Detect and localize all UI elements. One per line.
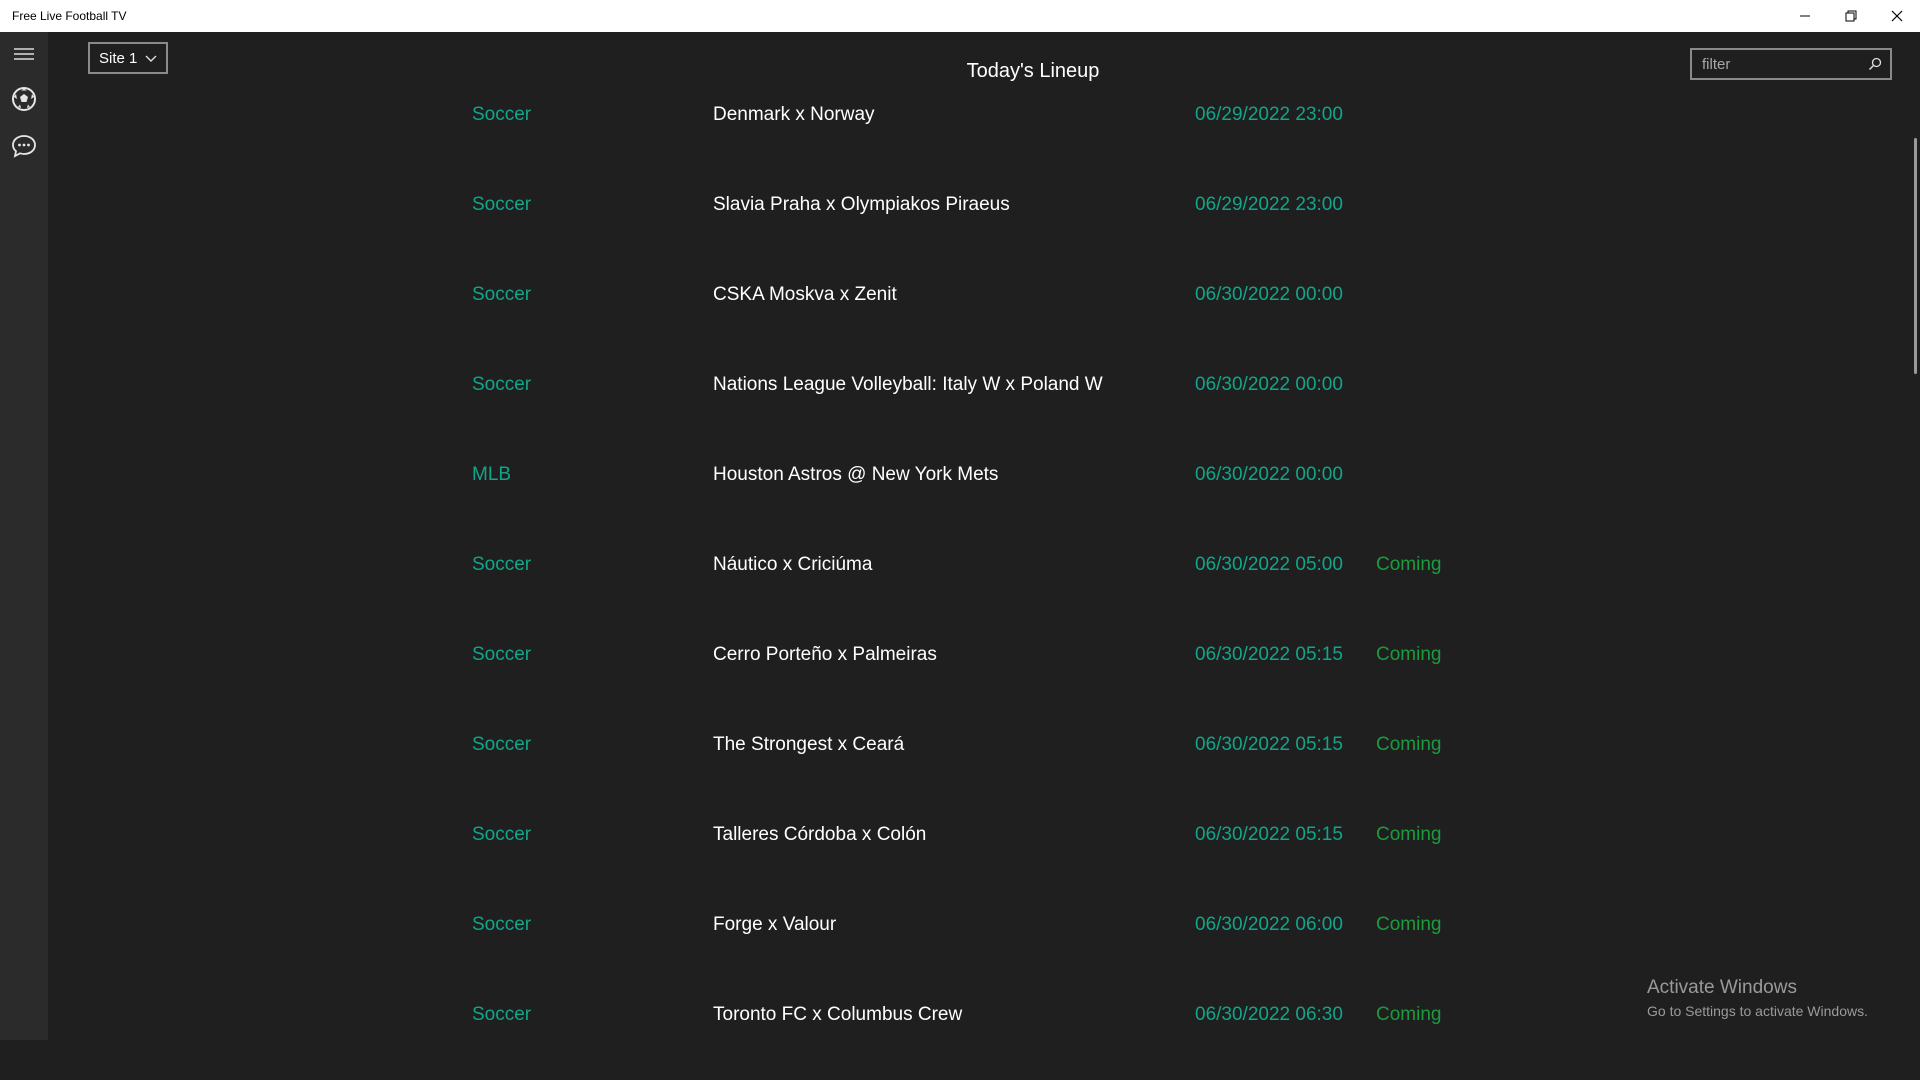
nav-item-chat[interactable] xyxy=(0,124,48,168)
match-time: 06/30/2022 00:00 xyxy=(1195,464,1343,485)
hamburger-menu-icon xyxy=(14,48,34,60)
chevron-down-icon xyxy=(145,55,157,62)
match-time: 06/30/2022 00:00 xyxy=(1195,374,1343,395)
list-item[interactable]: Soccer Toronto FC x Columbus Crew 06/30/… xyxy=(48,990,1918,1080)
window-title: Free Live Football TV xyxy=(12,9,127,23)
site-dropdown[interactable]: Site 1 xyxy=(88,42,168,74)
list-item[interactable]: Soccer Náutico x Criciúma 06/30/2022 05:… xyxy=(48,540,1918,630)
match-time: 06/29/2022 23:00 xyxy=(1195,104,1343,125)
sport-label: Soccer xyxy=(472,1004,532,1025)
match-title: Toronto FC x Columbus Crew xyxy=(713,1004,963,1025)
match-time: 06/29/2022 23:00 xyxy=(1195,194,1343,215)
title-bar: Free Live Football TV xyxy=(0,0,1920,32)
list-item[interactable]: Soccer CSKA Moskva x Zenit 06/30/2022 00… xyxy=(48,270,1918,360)
match-status: Coming xyxy=(1376,734,1442,755)
sport-label: Soccer xyxy=(472,644,532,665)
list-item[interactable]: Soccer Talleres Córdoba x Colón 06/30/20… xyxy=(48,810,1918,900)
sport-label: Soccer xyxy=(472,374,532,395)
match-title: CSKA Moskva x Zenit xyxy=(713,284,897,305)
match-time: 06/30/2022 06:30 xyxy=(1195,1004,1343,1025)
restore-button[interactable] xyxy=(1828,0,1874,32)
match-time: 06/30/2022 05:15 xyxy=(1195,734,1343,755)
list-item[interactable]: Soccer Cerro Porteño x Palmeiras 06/30/2… xyxy=(48,630,1918,720)
watermark-subtitle: Go to Settings to activate Windows. xyxy=(1647,1003,1868,1019)
match-status: Coming xyxy=(1376,824,1442,845)
chat-bubble-icon xyxy=(12,135,36,158)
list-item[interactable]: Soccer Forge x Valour 06/30/2022 06:00 C… xyxy=(48,900,1918,990)
list-item[interactable]: Soccer Slavia Praha x Olympiakos Piraeus… xyxy=(48,180,1918,270)
match-title: Náutico x Criciúma xyxy=(713,554,873,575)
list-item[interactable]: Soccer Nations League Volleyball: Italy … xyxy=(48,360,1918,450)
match-title: Forge x Valour xyxy=(713,914,837,935)
vertical-scrollbar[interactable] xyxy=(1914,138,1917,374)
match-time: 06/30/2022 05:15 xyxy=(1195,644,1343,665)
sport-label: Soccer xyxy=(472,824,532,845)
minimize-icon xyxy=(1800,15,1810,17)
match-title: Houston Astros @ New York Mets xyxy=(713,464,999,485)
restore-icon xyxy=(1845,10,1857,22)
sport-label: MLB xyxy=(472,464,512,485)
match-title: The Strongest x Ceará xyxy=(713,734,905,755)
match-title: Talleres Córdoba x Colón xyxy=(713,824,927,845)
match-title: Denmark x Norway xyxy=(713,104,875,125)
match-status: Coming xyxy=(1376,554,1442,575)
sport-label: Soccer xyxy=(472,194,532,215)
match-time: 06/30/2022 06:00 xyxy=(1195,914,1343,935)
match-time: 06/30/2022 05:00 xyxy=(1195,554,1343,575)
nav-item-lineup[interactable] xyxy=(0,77,48,121)
hamburger-menu-button[interactable] xyxy=(0,32,48,76)
match-title: Slavia Praha x Olympiakos Piraeus xyxy=(713,194,1010,215)
sport-label: Soccer xyxy=(472,734,532,755)
site-dropdown-value: Site 1 xyxy=(99,49,138,67)
minimize-button[interactable] xyxy=(1782,0,1828,32)
match-title: Cerro Porteño x Palmeiras xyxy=(713,644,937,665)
list-item[interactable]: Soccer Denmark x Norway 06/29/2022 23:00 xyxy=(48,90,1918,180)
close-button[interactable] xyxy=(1874,0,1920,32)
close-icon xyxy=(1891,10,1903,22)
sport-label: Soccer xyxy=(472,284,532,305)
sport-label: Soccer xyxy=(472,104,532,125)
match-status: Coming xyxy=(1376,644,1442,665)
activation-watermark: Activate Windows Go to Settings to activ… xyxy=(1647,977,1868,1019)
match-title: Nations League Volleyball: Italy W x Pol… xyxy=(713,374,1103,395)
search-icon[interactable] xyxy=(1868,57,1882,71)
match-status: Coming xyxy=(1376,1004,1442,1025)
main-content: Site 1 Today's Lineup Soccer Denmark x N… xyxy=(48,32,1920,1040)
list-item[interactable]: Soccer The Strongest x Ceará 06/30/2022 … xyxy=(48,720,1918,810)
sport-label: Soccer xyxy=(472,554,532,575)
match-status: Coming xyxy=(1376,914,1442,935)
watermark-title: Activate Windows xyxy=(1647,977,1797,998)
filter-input[interactable] xyxy=(1692,54,1864,74)
list-item[interactable]: MLB Houston Astros @ New York Mets 06/30… xyxy=(48,450,1918,540)
match-time: 06/30/2022 00:00 xyxy=(1195,284,1343,305)
left-nav xyxy=(0,32,48,1040)
soccer-ball-icon xyxy=(12,87,36,111)
match-time: 06/30/2022 05:15 xyxy=(1195,824,1343,845)
filter-search-box[interactable] xyxy=(1690,48,1892,80)
sport-label: Soccer xyxy=(472,914,532,935)
page-title: Today's Lineup xyxy=(966,60,1100,82)
